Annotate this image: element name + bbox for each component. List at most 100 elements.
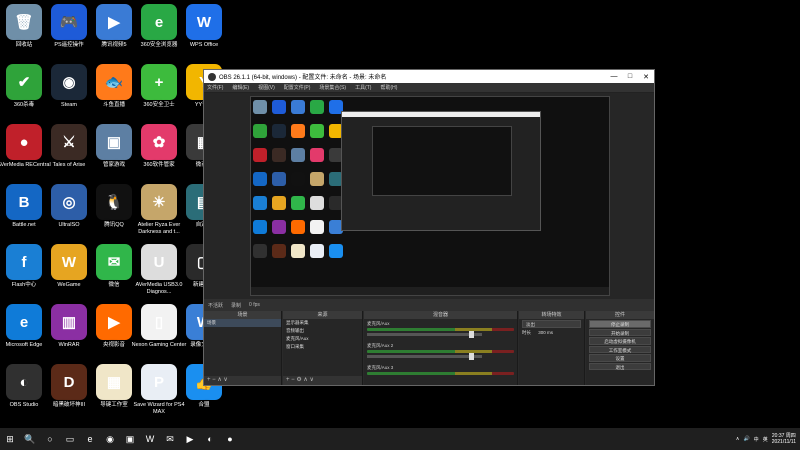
desktop-icon[interactable]: 🗑 回收站	[1, 4, 47, 62]
taskbar: ⊞ 🔍 ○ ▭ e ◉ ▣ W ✉ ▶ ◐ ● ∧ 🔊 中 英 20:37 周四 2021/11/1…	[0, 428, 800, 450]
app-icon: ✉	[96, 244, 132, 280]
desktop-icon[interactable]: ◉ Steam	[46, 64, 92, 122]
desktop-icon[interactable]: P Save Wizard for PS4 MAX	[133, 364, 185, 422]
sources-toolbar[interactable]: + − ⚙ ∧ ∨	[283, 376, 362, 385]
app-icon: ◎	[51, 184, 87, 220]
maximize-button[interactable]: □	[622, 73, 638, 81]
desktop-icon[interactable]: ◎ UltraISO	[46, 184, 92, 242]
transition-select[interactable]: 淡出	[522, 320, 581, 328]
desktop-icon[interactable]: e Microsoft Edge	[1, 304, 47, 362]
desktop-icon[interactable]: D 暗黑破坏神III	[46, 364, 92, 422]
obs-titlebar[interactable]: OBS 26.1.1 (64-bit, windows) - 配置文件: 未命名…	[204, 70, 654, 83]
preview-icon	[310, 100, 324, 114]
preview-icon	[291, 196, 305, 210]
minimize-button[interactable]: —	[606, 73, 622, 81]
taskbar-app-button[interactable]: ○	[40, 428, 60, 450]
start-recording-button[interactable]: 开始录制	[589, 328, 651, 336]
preview-icon	[272, 148, 286, 162]
volume-slider[interactable]	[367, 353, 482, 360]
taskbar-app-button[interactable]: 🔍	[20, 428, 40, 450]
desktop-icon[interactable]: ▶ 央视影音	[91, 304, 137, 362]
desktop-icon[interactable]: 🎮 PS遥控操作	[46, 4, 92, 62]
desktop-icon[interactable]: ◐ OBS Studio	[1, 364, 47, 422]
scene-item[interactable]: 场景	[204, 319, 281, 327]
duration-value[interactable]: 300 ms	[538, 330, 553, 335]
transition-duration[interactable]: 时长 300 ms	[519, 329, 584, 337]
desktop-icon[interactable]: ☀ Atelier Ryza Ever Darkness and t...	[136, 184, 182, 242]
preview-icon	[272, 172, 286, 186]
volume-icon[interactable]: 🔊	[743, 436, 749, 442]
clock[interactable]: 20:37 周四 2021/11/11	[772, 433, 796, 445]
duration-label: 时长	[522, 329, 531, 335]
status-record[interactable]: 录制	[231, 302, 241, 309]
tray-overflow-icon[interactable]: ∧	[736, 436, 740, 442]
studio-mode-button[interactable]: 工作室模式	[589, 345, 651, 353]
desktop-icon[interactable]: 🐟 斗鱼直播	[91, 64, 137, 122]
app-icon: ☀	[141, 184, 177, 220]
scenes-toolbar[interactable]: + − ∧ ∨	[204, 376, 281, 385]
desktop-icon[interactable]: ▶ 腾讯视频5	[91, 4, 137, 62]
close-button[interactable]: ✕	[638, 73, 654, 81]
desktop-icon[interactable]: ✔ 360杀毒	[1, 64, 47, 122]
obs-window[interactable]: OBS 26.1.1 (64-bit, windows) - 配置文件: 未命名…	[203, 69, 655, 386]
desktop-icon[interactable]: B Battle.net	[1, 184, 47, 242]
taskbar-app-button[interactable]: ▣	[120, 428, 140, 450]
taskbar-app-button[interactable]: ◉	[100, 428, 120, 450]
taskbar-app-button[interactable]: W	[140, 428, 160, 450]
mixer-channel: 麦克风/Aux 2	[364, 341, 517, 363]
desktop-icon[interactable]: +360安全卫士	[136, 64, 182, 122]
taskbar-app-button[interactable]: ▭	[60, 428, 80, 450]
desktop-icon[interactable]: ● AVerMedia RECentral	[0, 124, 51, 182]
clock-date: 2021/11/11	[771, 439, 796, 445]
settings-button[interactable]: 设置	[589, 354, 651, 362]
menu-profile[interactable]: 配置文件(P)	[284, 84, 311, 91]
preview-icon	[253, 220, 267, 234]
taskbar-app-button[interactable]: ◐	[200, 428, 220, 450]
scenes-dock: 场景 场景 + − ∧ ∨	[204, 311, 282, 385]
language-indicator[interactable]: 英	[763, 436, 768, 443]
desktop-icon[interactable]: f Flash中心	[1, 244, 47, 302]
menu-scene-collection[interactable]: 场景集合(S)	[319, 84, 346, 91]
menu-help[interactable]: 帮助(H)	[380, 84, 397, 91]
source-item[interactable]: 显示器采集	[283, 319, 362, 327]
desktop-icon[interactable]: ▯ Nexon Gaming Center	[132, 304, 186, 362]
preview-icon	[291, 148, 305, 162]
ime-indicator[interactable]: 中	[754, 436, 759, 443]
obs-preview-canvas[interactable]	[250, 96, 610, 296]
exit-button[interactable]: 退出	[589, 362, 651, 370]
menu-edit[interactable]: 编辑(E)	[232, 84, 249, 91]
desktop-icon[interactable]: ▣ 管家游戏	[91, 124, 137, 182]
desktop-icon[interactable]: W WPS Office	[181, 4, 227, 62]
source-item[interactable]: 麦克风/Aux	[283, 335, 362, 343]
app-icon: ▶	[96, 304, 132, 340]
app-icon: +	[141, 64, 177, 100]
desktop-icon-label: 合盟	[198, 402, 210, 408]
desktop-icon[interactable]: U AVerMedia USB3.0 Diagnos...	[136, 244, 182, 302]
menu-file[interactable]: 文件(F)	[207, 84, 223, 91]
volume-meter	[367, 328, 514, 331]
start-button[interactable]: ⊞	[0, 428, 20, 450]
desktop-icon[interactable]: ⚔ Tales of Arise	[46, 124, 92, 182]
stop-recording-button[interactable]: 停止录制	[589, 320, 651, 328]
virtual-camera-button[interactable]: 启动虚拟摄像机	[589, 337, 651, 345]
app-icon: e	[141, 4, 177, 40]
desktop-icon[interactable]: ▥ WinRAR	[46, 304, 92, 362]
desktop-icon[interactable]: ✿ 360软件管家	[136, 124, 182, 182]
taskbar-app-button[interactable]: ●	[220, 428, 240, 450]
taskbar-app-button[interactable]: ✉	[160, 428, 180, 450]
app-icon: ◉	[51, 64, 87, 100]
app-icon: D	[51, 364, 87, 400]
source-item[interactable]: 音频输出	[283, 327, 362, 335]
menu-tools[interactable]: 工具(T)	[355, 84, 371, 91]
preview-icon	[291, 172, 305, 186]
system-tray: ∧ 🔊 中 英 20:37 周四 2021/11/11	[736, 433, 800, 445]
desktop-icon[interactable]: e 360安全浏览器	[136, 4, 182, 62]
volume-slider[interactable]	[367, 331, 482, 338]
menu-view[interactable]: 视图(V)	[258, 84, 275, 91]
preview-icon	[253, 196, 267, 210]
taskbar-app-button[interactable]: e	[80, 428, 100, 450]
scenes-header: 场景	[204, 311, 281, 319]
source-item[interactable]: 窗口采集	[283, 343, 362, 351]
taskbar-app-button[interactable]: ▶	[180, 428, 200, 450]
desktop-icon[interactable]: W WeGame	[46, 244, 92, 302]
